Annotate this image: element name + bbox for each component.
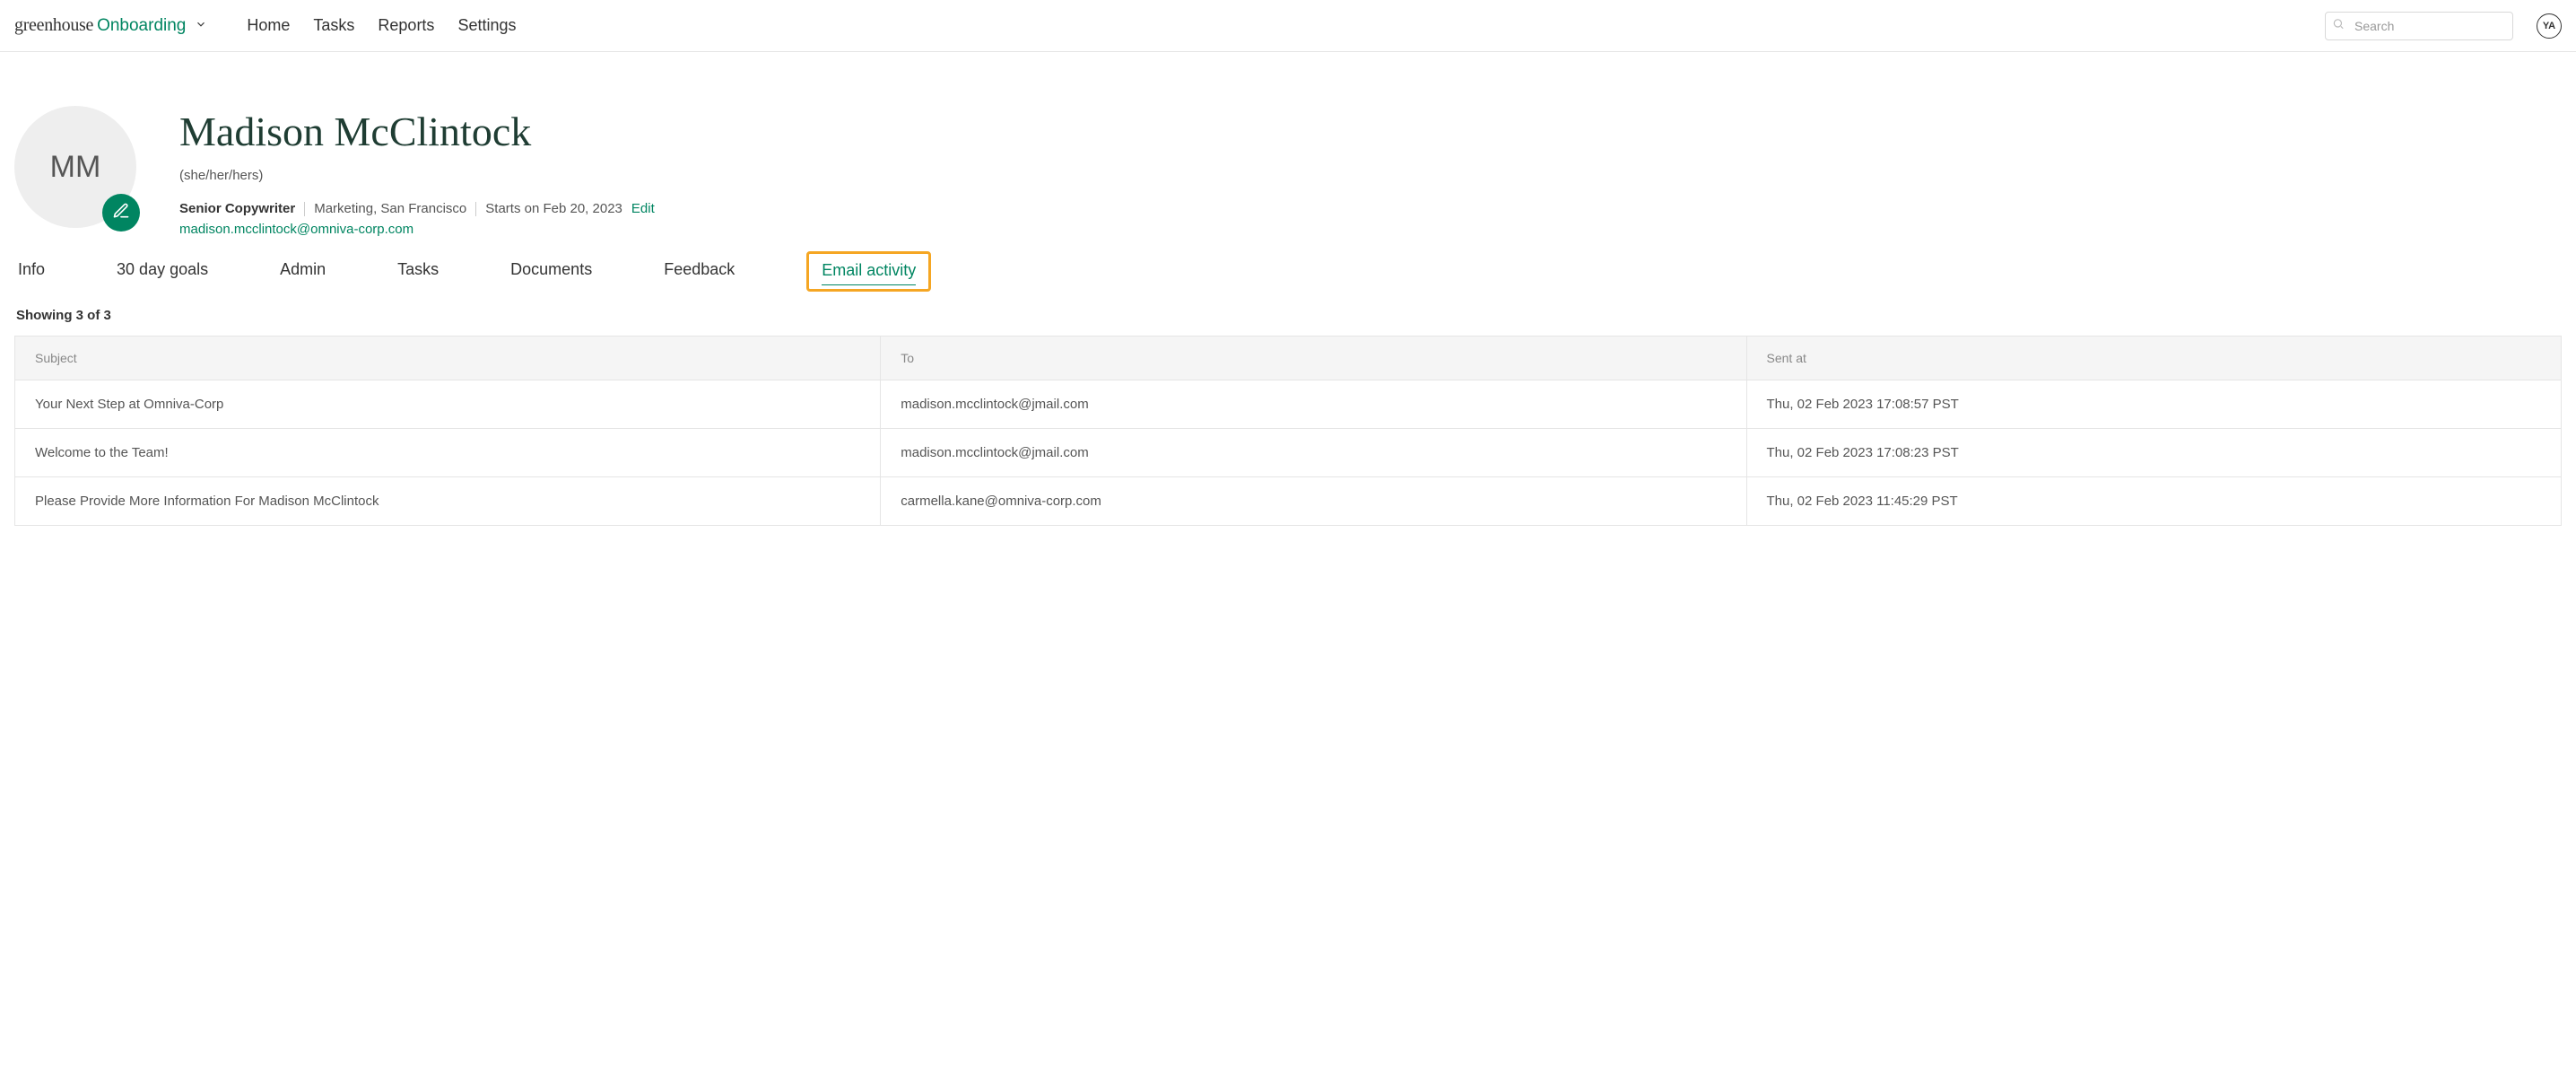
tab-info[interactable]: Info xyxy=(18,260,45,284)
brand-main: greenhouse xyxy=(14,15,93,36)
profile-info: Madison McClintock (she/her/hers) Senior… xyxy=(179,106,2562,237)
email-activity-table: Subject To Sent at Your Next Step at Omn… xyxy=(14,336,2562,526)
profile-title: Senior Copywriter xyxy=(179,201,295,216)
nav-tasks[interactable]: Tasks xyxy=(313,16,354,35)
cell-subject: Welcome to the Team! xyxy=(15,429,881,477)
brand[interactable]: greenhouse Onboarding xyxy=(14,15,207,36)
search-input[interactable] xyxy=(2325,12,2513,40)
chevron-down-icon[interactable] xyxy=(195,18,207,35)
profile-meta: Senior Copywriter Marketing, San Francis… xyxy=(179,201,2562,216)
nav-links: Home Tasks Reports Settings xyxy=(247,16,516,35)
cell-to: madison.mcclintock@jmail.com xyxy=(881,380,1746,429)
nav-home[interactable]: Home xyxy=(247,16,290,35)
tab-documents[interactable]: Documents xyxy=(510,260,592,284)
tab-admin[interactable]: Admin xyxy=(280,260,326,284)
table-row[interactable]: Welcome to the Team!madison.mcclintock@j… xyxy=(15,429,2562,477)
table-row[interactable]: Your Next Step at Omniva-Corpmadison.mcc… xyxy=(15,380,2562,429)
divider xyxy=(475,202,476,216)
profile-tabs: Info 30 day goals Admin Tasks Documents … xyxy=(14,260,2562,284)
col-to: To xyxy=(881,336,1746,380)
result-count: Showing 3 of 3 xyxy=(14,308,2562,323)
edit-avatar-button[interactable] xyxy=(102,194,140,232)
nav-settings[interactable]: Settings xyxy=(457,16,516,35)
divider xyxy=(304,202,305,216)
cell-sent: Thu, 02 Feb 2023 17:08:57 PST xyxy=(1746,380,2562,429)
profile-email[interactable]: madison.mcclintock@omniva-corp.com xyxy=(179,222,2562,237)
profile-dept-loc: Marketing, San Francisco xyxy=(314,201,466,216)
tab-30-day-goals[interactable]: 30 day goals xyxy=(117,260,208,284)
profile-avatar-wrap: MM xyxy=(14,106,136,228)
cell-subject: Your Next Step at Omniva-Corp xyxy=(15,380,881,429)
brand-sub: Onboarding xyxy=(97,16,186,36)
pencil-icon xyxy=(112,202,130,224)
profile-name: Madison McClintock xyxy=(179,108,2562,155)
profile-header: MM Madison McClintock (she/her/hers) Sen… xyxy=(14,52,2562,248)
profile-start: Starts on Feb 20, 2023 xyxy=(485,201,622,216)
edit-start-link[interactable]: Edit xyxy=(631,201,655,216)
search-icon xyxy=(2332,17,2345,34)
top-nav: greenhouse Onboarding Home Tasks Reports… xyxy=(0,0,2576,52)
cell-to: madison.mcclintock@jmail.com xyxy=(881,429,1746,477)
cell-subject: Please Provide More Information For Madi… xyxy=(15,477,881,526)
cell-sent: Thu, 02 Feb 2023 11:45:29 PST xyxy=(1746,477,2562,526)
user-avatar[interactable]: YA xyxy=(2537,13,2562,39)
tab-feedback[interactable]: Feedback xyxy=(664,260,735,284)
cell-to: carmella.kane@omniva-corp.com xyxy=(881,477,1746,526)
tab-email-activity[interactable]: Email activity xyxy=(822,261,916,285)
cell-sent: Thu, 02 Feb 2023 17:08:23 PST xyxy=(1746,429,2562,477)
col-subject: Subject xyxy=(15,336,881,380)
tab-tasks[interactable]: Tasks xyxy=(397,260,439,284)
col-sent: Sent at xyxy=(1746,336,2562,380)
nav-reports[interactable]: Reports xyxy=(378,16,434,35)
table-header-row: Subject To Sent at xyxy=(15,336,2562,380)
profile-pronouns: (she/her/hers) xyxy=(179,168,2562,183)
search-wrap xyxy=(2325,12,2513,40)
tab-email-activity-highlight: Email activity xyxy=(806,251,931,292)
table-row[interactable]: Please Provide More Information For Madi… xyxy=(15,477,2562,526)
